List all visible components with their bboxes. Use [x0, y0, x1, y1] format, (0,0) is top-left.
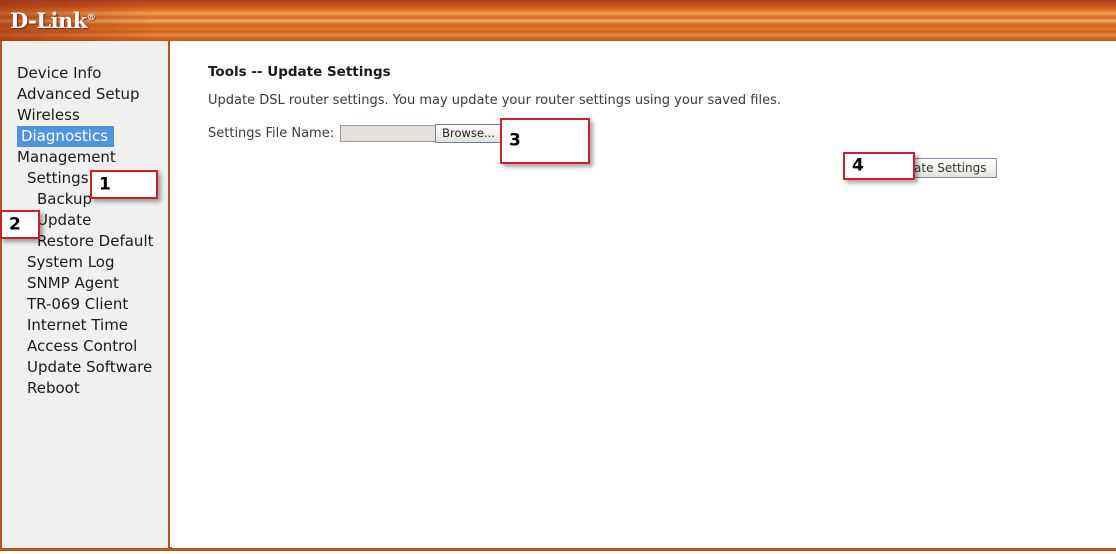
sidebar-item-system-log[interactable]: System Log	[2, 252, 168, 273]
sidebar-item-label: Update	[37, 211, 92, 229]
annotation-callout-4: 4	[843, 152, 915, 180]
annotation-number-3: 3	[509, 130, 521, 151]
annotation-number-2: 2	[9, 214, 21, 234]
sidebar-item-snmp-agent[interactable]: SNMP Agent	[2, 273, 168, 294]
annotation-callout-2: 2	[0, 210, 40, 239]
sidebar-item-label: Advanced Setup	[17, 85, 140, 103]
sidebar-item-diagnostics[interactable]: Diagnostics	[2, 126, 168, 147]
sidebar-item-wireless[interactable]: Wireless	[2, 105, 168, 126]
settings-file-label: Settings File Name:	[208, 126, 335, 141]
sidebar-item-reboot[interactable]: Reboot	[2, 378, 168, 399]
annotation-number-4: 4	[852, 155, 864, 176]
sidebar-item-label: Backup	[37, 190, 92, 208]
sidebar-item-device-info[interactable]: Device Info	[2, 63, 168, 84]
settings-file-row: Settings File Name: Browse...	[208, 124, 502, 143]
sidebar-item-label: Wireless	[17, 106, 80, 124]
sidebar-item-label: Reboot	[27, 379, 80, 397]
sidebar-item-update-software[interactable]: Update Software	[2, 357, 168, 378]
page-header: D-Link®	[0, 0, 1116, 41]
main-content: Tools -- Update Settings Update DSL rout…	[172, 41, 1116, 548]
annotation-callout-3: 3	[500, 118, 590, 164]
sidebar-item-label: Update Software	[27, 358, 153, 376]
sidebar-item-access-control[interactable]: Access Control	[2, 336, 168, 357]
sidebar-item-label: Management	[17, 148, 116, 166]
settings-file-input[interactable]	[340, 125, 436, 142]
sidebar-item-advanced-setup[interactable]: Advanced Setup	[2, 84, 168, 105]
sidebar-item-label: TR-069 Client	[27, 295, 129, 313]
sidebar-item-label: SNMP Agent	[27, 274, 119, 292]
registered-trademark-icon: ®	[86, 13, 96, 23]
sidebar-item-tr-069-client[interactable]: TR-069 Client	[2, 294, 168, 315]
page-title: Tools -- Update Settings	[208, 64, 391, 80]
browse-button[interactable]: Browse...	[435, 124, 502, 143]
sidebar-item-label: Access Control	[27, 337, 138, 355]
sidebar-item-label: Diagnostics	[17, 126, 115, 147]
annotation-callout-1: 1	[90, 170, 158, 199]
page-description: Update DSL router settings. You may upda…	[208, 93, 782, 108]
annotation-number-1: 1	[99, 174, 111, 194]
sidebar-nav: Device Info Advanced Setup Wireless Diagnos…	[0, 41, 170, 548]
sidebar-item-internet-time[interactable]: Internet Time	[2, 315, 168, 336]
sidebar-item-label: System Log	[27, 253, 115, 271]
sidebar-item-management[interactable]: Management	[2, 147, 168, 168]
sidebar-item-label: Settings	[27, 169, 89, 187]
dlink-logo: D-Link®	[10, 8, 96, 33]
dlink-logo-text: D-Link	[10, 8, 87, 33]
sidebar-item-label: Device Info	[17, 64, 102, 82]
sidebar-item-label: Restore Default	[37, 232, 154, 250]
sidebar-item-label: Internet Time	[27, 316, 129, 334]
